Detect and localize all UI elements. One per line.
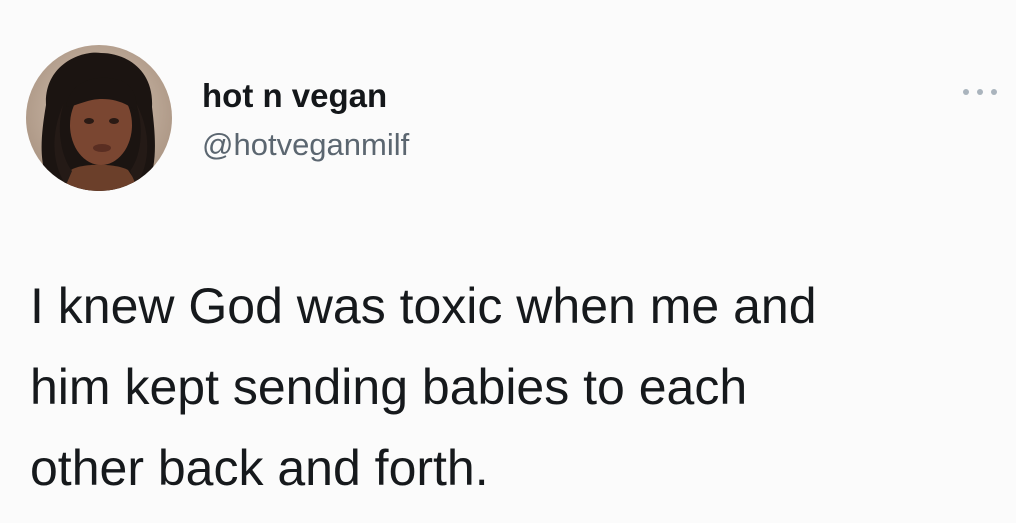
more-options-icon bbox=[963, 89, 997, 95]
more-options-button[interactable] bbox=[958, 84, 1002, 100]
profile-photo-icon bbox=[26, 45, 172, 191]
tweet-card: hot n vegan @hotveganmilf I knew God was… bbox=[0, 0, 1016, 523]
author-display-name[interactable]: hot n vegan bbox=[202, 74, 387, 118]
author-handle[interactable]: @hotveganmilf bbox=[202, 125, 409, 165]
tweet-text: I knew God was toxic when me and him kep… bbox=[30, 278, 817, 496]
author-avatar[interactable] bbox=[26, 45, 172, 191]
